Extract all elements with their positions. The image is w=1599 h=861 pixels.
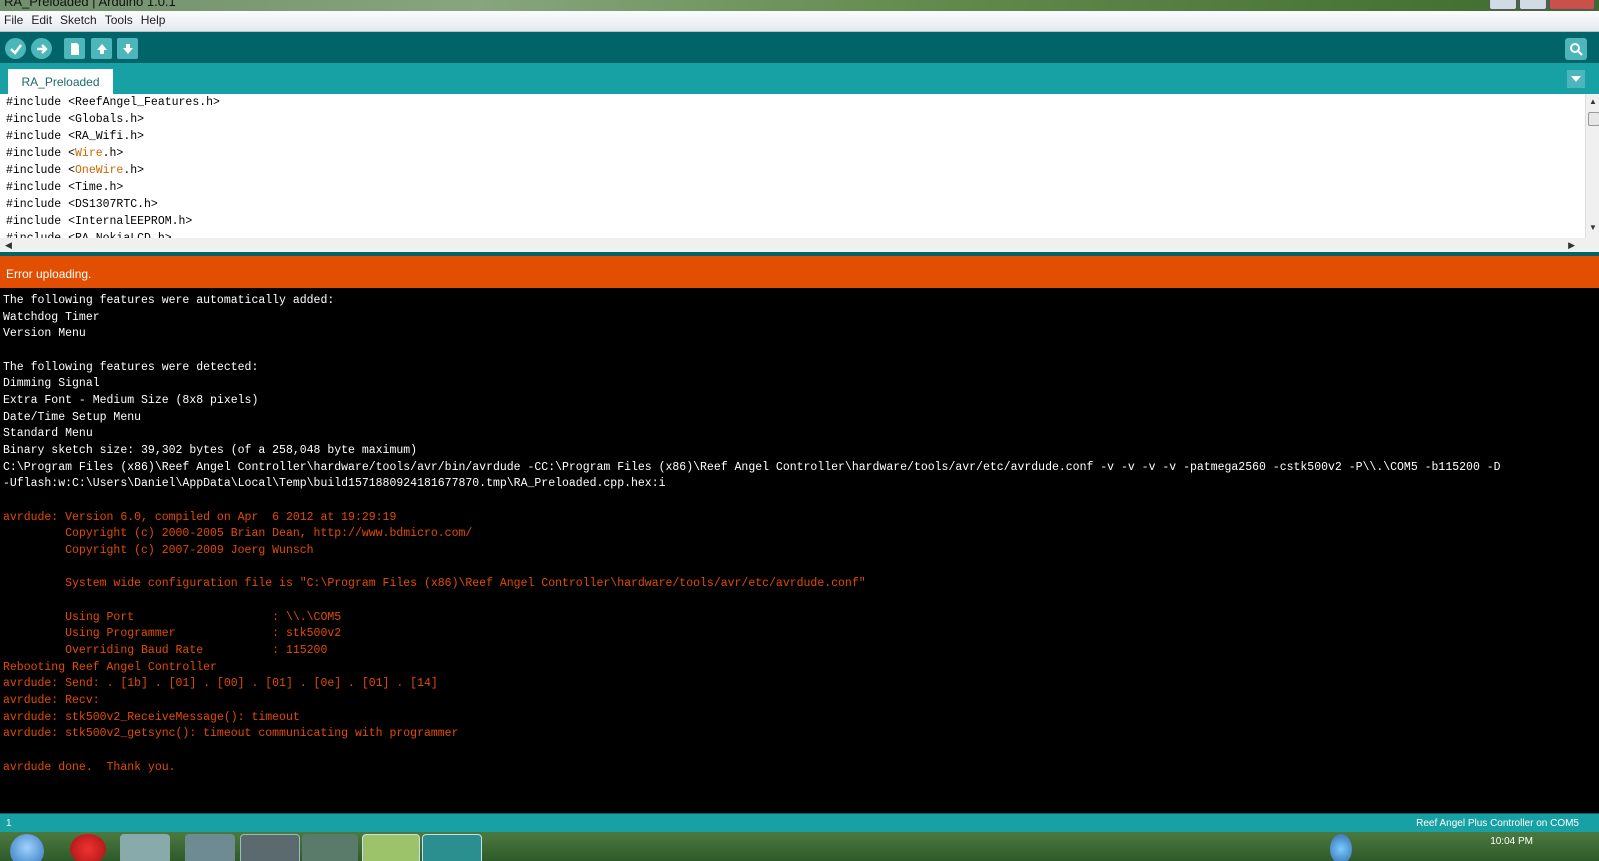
tab-bar: RA_Preloaded	[0, 63, 1599, 94]
arduino-taskbar-icon[interactable]	[422, 834, 482, 861]
editor-vertical-scrollbar[interactable]: ▲ ▼	[1585, 94, 1599, 238]
console-line: Version Menu	[3, 327, 86, 340]
window-controls	[1489, 0, 1595, 10]
menu-help[interactable]: Help	[137, 11, 170, 27]
scroll-left-arrow-icon[interactable]: ◀	[5, 238, 12, 252]
console-line: Overriding Baud Rate : 115200	[3, 644, 328, 657]
menu-tools[interactable]: Tools	[101, 11, 137, 27]
scroll-thumb[interactable]	[1588, 112, 1599, 126]
save-button[interactable]	[117, 38, 138, 59]
console-line: The following features were automaticall…	[3, 294, 335, 307]
new-button[interactable]	[64, 38, 85, 59]
code-line: #include <RA_NokiaLCD.h>	[6, 230, 172, 238]
minimize-button[interactable]	[1489, 0, 1517, 10]
console-line: System wide configuration file is "C:\Pr…	[3, 577, 866, 590]
menu-sketch[interactable]: Sketch	[56, 11, 101, 27]
taskbar-app-icon[interactable]	[240, 834, 300, 861]
scrollbar-corner	[1585, 238, 1599, 252]
serial-monitor-button[interactable]	[1565, 38, 1587, 60]
code-editor[interactable]: #include <ReefAngel_Features.h> #include…	[0, 94, 1585, 238]
board-info: Reef Angel Plus Controller on COM5	[1416, 818, 1579, 829]
toolbar	[0, 32, 1599, 63]
clock[interactable]: 10:04 PM	[1490, 836, 1533, 847]
console-line: avrdude: Version 6.0, compiled on Apr 6 …	[3, 511, 397, 524]
console-line: avrdude: stk500v2_ReceiveMessage(): time…	[3, 711, 300, 724]
console-line: Watchdog Timer	[3, 311, 100, 324]
close-button[interactable]	[1549, 0, 1595, 10]
code-text: .h>	[123, 164, 145, 177]
menu-file[interactable]: File	[0, 11, 27, 27]
arrow-down-icon	[122, 43, 133, 54]
code-line: #include <Wire.h>	[6, 145, 123, 162]
code-line: #include <InternalEEPROM.h>	[6, 215, 193, 228]
console-line: Rebooting Reef Angel Controller	[3, 661, 217, 674]
code-line: #include <Globals.h>	[6, 113, 145, 126]
code-text: #include <	[6, 147, 76, 160]
magnifier-icon	[1570, 43, 1583, 56]
console-line: Extra Font - Medium Size (8x8 pixels)	[3, 394, 259, 407]
taskbar: 10:04 PM	[0, 832, 1599, 861]
open-button[interactable]	[91, 38, 112, 59]
check-icon	[9, 43, 22, 55]
code-line: #include <ReefAngel_Features.h>	[6, 96, 220, 109]
tray-icon[interactable]	[1330, 834, 1352, 861]
console-line: Copyright (c) 2007-2009 Joerg Wunsch	[3, 544, 314, 557]
scroll-right-arrow-icon[interactable]: ▶	[1568, 238, 1575, 252]
code-keyword: Wire	[75, 147, 103, 160]
code-line: #include <OneWire.h>	[6, 162, 144, 179]
arrow-up-icon	[96, 43, 107, 54]
console-line: avrdude done. Thank you.	[3, 761, 176, 774]
maximize-button[interactable]	[1519, 0, 1547, 10]
arrow-right-icon	[36, 43, 48, 54]
code-line: #include <RA_Wifi.h>	[6, 130, 145, 143]
new-file-icon	[70, 42, 79, 55]
tab-ra-preloaded[interactable]: RA_Preloaded	[8, 69, 113, 94]
taskbar-app-icon[interactable]	[302, 834, 358, 861]
console-line: Dimming Signal	[3, 377, 100, 390]
status-bar: Error uploading.	[0, 256, 1599, 288]
scroll-down-arrow-icon[interactable]: ▼	[1586, 222, 1599, 234]
status-message: Error uploading.	[6, 267, 92, 281]
tab-menu-button[interactable]	[1567, 70, 1585, 88]
line-number: 1	[6, 818, 12, 829]
console-line: C:\Program Files (x86)\Reef Angel Contro…	[3, 461, 1501, 474]
chrome-taskbar-icon[interactable]	[70, 834, 106, 861]
start-button[interactable]	[10, 834, 44, 861]
verify-button[interactable]	[5, 38, 26, 59]
console-line: -Uflash:w:C:\Users\Daniel\AppData\Local\…	[3, 477, 666, 490]
console-line: avrdude: stk500v2_getsync(): timeout com…	[3, 727, 459, 740]
code-line: #include <DS1307RTC.h>	[6, 198, 158, 211]
code-keyword: OneWire	[75, 164, 124, 177]
console-line: Copyright (c) 2000-2005 Brian Dean, http…	[3, 527, 473, 540]
taskbar-app-icon[interactable]	[185, 834, 235, 861]
title-bar: RA_Preloaded | Arduino 1.0.1	[0, 0, 1599, 11]
console-line: avrdude: Send: . [1b] . [01] . [00] . [0…	[3, 677, 438, 690]
console-line: Binary sketch size: 39,302 bytes (of a 2…	[3, 444, 418, 457]
window-title: RA_Preloaded | Arduino 1.0.1	[4, 0, 176, 9]
scroll-up-arrow-icon[interactable]: ▲	[1586, 96, 1599, 108]
upload-button[interactable]	[31, 38, 52, 59]
ie-taskbar-icon[interactable]	[362, 834, 420, 861]
explorer-taskbar-icon[interactable]	[120, 834, 170, 861]
code-text: #include <	[6, 164, 76, 177]
console-output[interactable]: The following features were automaticall…	[0, 288, 1599, 813]
chevron-down-icon	[1571, 76, 1581, 82]
menu-edit[interactable]: Edit	[27, 11, 56, 27]
console-line: Standard Menu	[3, 427, 93, 440]
console-line: The following features were detected:	[3, 361, 259, 374]
editor-horizontal-scrollbar[interactable]: ◀ ▶	[0, 238, 1585, 252]
code-text: .h>	[102, 147, 124, 160]
console-line: Using Programmer : stk500v2	[3, 627, 342, 640]
code-line: #include <Time.h>	[6, 181, 124, 194]
footer-status: 1 Reef Angel Plus Controller on COM5	[0, 813, 1599, 833]
menu-bar: File Edit Sketch Tools Help	[0, 11, 1599, 32]
console-line: Date/Time Setup Menu	[3, 411, 142, 424]
console-line: Using Port : \\.\COM5	[3, 611, 342, 624]
console-line: avrdude: Recv:	[3, 694, 100, 707]
